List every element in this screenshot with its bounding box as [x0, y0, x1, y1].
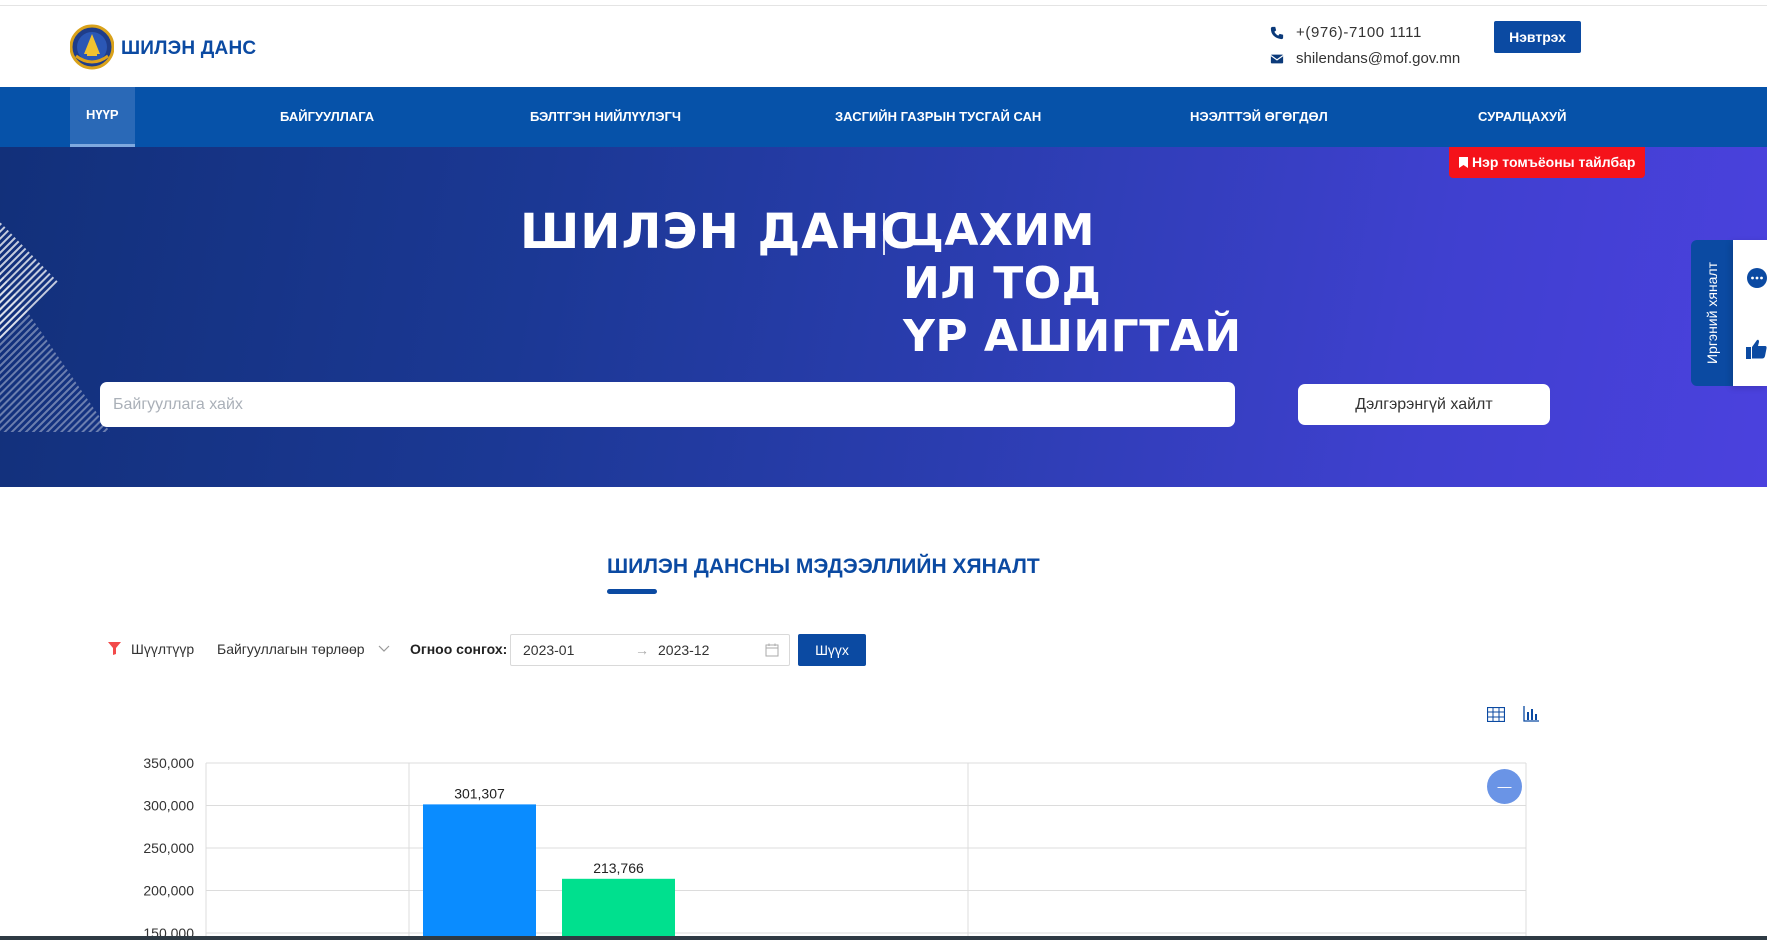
section-title: ШИЛЭН ДАНСНЫ МЭДЭЭЛЛИЙН ХЯНАЛТ: [607, 555, 1040, 578]
nav-item-special-funds[interactable]: ЗАСГИЙН ГАЗРЫН ТУСГАЙ САН: [835, 87, 1041, 147]
y-tick-label: 350,000: [143, 755, 194, 771]
brand-name[interactable]: ШИЛЭН ДАНС: [121, 38, 256, 60]
advanced-search-button[interactable]: Дэлгэрэнгүй хайлт: [1298, 384, 1550, 425]
date-select-label: Огноо сонгох:: [410, 641, 508, 657]
nav-item-home[interactable]: НҮҮР: [70, 87, 135, 147]
bar: [423, 804, 536, 940]
chart-view-icon[interactable]: [1523, 706, 1539, 722]
bar-data-label: 213,766: [593, 860, 644, 876]
organization-search-input[interactable]: [100, 382, 1235, 427]
glossary-label: Нэр томъёоны тайлбар: [1472, 154, 1636, 170]
calendar-icon[interactable]: [765, 643, 779, 657]
bar-data-label: 301,307: [454, 785, 505, 801]
range-arrow-icon: →: [635, 642, 649, 658]
table-view-icon[interactable]: [1487, 707, 1505, 722]
glossary-button[interactable]: Нэр томъёоны тайлбар: [1449, 147, 1646, 178]
hero-tagline-1: ЦАХИМ: [903, 205, 1095, 256]
hero-title: ШИЛЭН ДАНС: [520, 204, 917, 260]
citizen-monitoring-tab[interactable]: Иргэний хяналт: [1691, 240, 1733, 386]
chat-icon[interactable]: [1746, 267, 1767, 289]
date-range-picker[interactable]: 2023-01 → 2023-12: [510, 634, 790, 666]
header: ШИЛЭН ДАНС +(976)-7100 1111 shilendans@m…: [0, 6, 1767, 86]
hero-tagline-3: ҮР АШИГТАЙ: [903, 311, 1242, 362]
hero-tagline-2: ИЛ ТОД: [903, 258, 1102, 309]
nav-item-organizations[interactable]: БАЙГУУЛЛАГА: [280, 87, 374, 147]
chart-zoom-button[interactable]: —: [1487, 769, 1522, 804]
contact-email: shilendans@mof.gov.mn: [1270, 50, 1460, 67]
nav-item-learning[interactable]: СУРАЛЦАХУЙ: [1478, 87, 1567, 147]
phone-number: +(976)-7100 1111: [1296, 24, 1422, 41]
email-address: shilendans@mof.gov.mn: [1296, 50, 1461, 67]
section-title-underline: [607, 589, 657, 594]
apply-filter-button[interactable]: Шүүх: [798, 634, 866, 666]
filter-label: Шүүлтүүр: [131, 641, 195, 657]
bottom-bar: [0, 936, 1767, 940]
date-to-value[interactable]: 2023-12: [658, 642, 709, 658]
y-tick-label: 250,000: [143, 840, 194, 856]
mail-icon: [1270, 54, 1284, 63]
login-button[interactable]: Нэвтрэх: [1494, 21, 1581, 53]
date-from-value[interactable]: 2023-01: [523, 642, 574, 658]
bookmark-icon: [1459, 157, 1468, 168]
coat-of-arms-logo-icon[interactable]: [70, 24, 114, 70]
citizen-monitoring-label: Иргэний хяналт: [1704, 261, 1720, 365]
main-nav: НҮҮР БАЙГУУЛЛАГА БЭЛТГЭН НИЙЛҮҮЛЭГЧ ЗАСГ…: [0, 87, 1767, 147]
hero-divider: [883, 213, 885, 255]
nav-item-suppliers[interactable]: БЭЛТГЭН НИЙЛҮҮЛЭГЧ: [530, 87, 681, 147]
hero-banner: ШИЛЭН ДАНС ЦАХИМ ИЛ ТОД ҮР АШИГТАЙ Нэр т…: [0, 147, 1767, 487]
bar: [562, 878, 675, 940]
nav-item-open-data[interactable]: НЭЭЛТТЭЙ ӨГӨГДӨЛ: [1190, 87, 1328, 147]
y-tick-label: 300,000: [143, 798, 194, 814]
chevron-down-icon[interactable]: [378, 644, 390, 654]
contact-phone: +(976)-7100 1111: [1270, 24, 1422, 41]
summary-bar-chart: 350,000300,000250,000200,000150,000301,3…: [143, 755, 1527, 940]
phone-icon: [1270, 26, 1284, 39]
thumbs-up-icon[interactable]: [1746, 339, 1767, 359]
filter-icon: [108, 642, 121, 655]
y-tick-label: 200,000: [143, 883, 194, 899]
org-type-select[interactable]: Байгууллагын төрлөөр: [217, 641, 365, 657]
side-feedback-panel: [1733, 240, 1767, 386]
